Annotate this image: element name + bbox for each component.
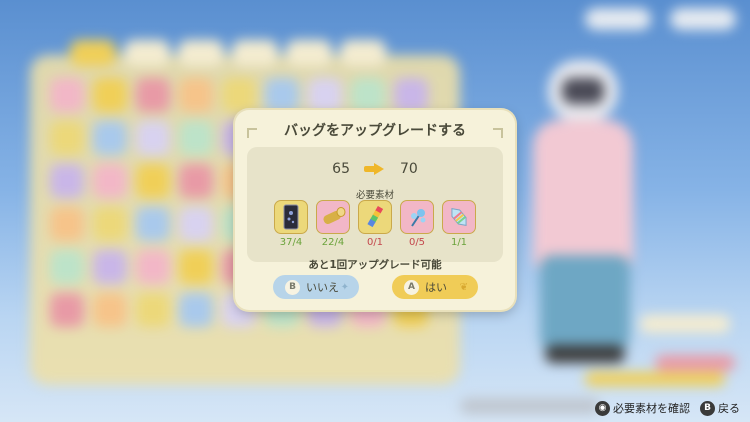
material-item[interactable]: 0/5: [400, 200, 434, 248]
arrow-right-icon: [364, 163, 386, 175]
material-item[interactable]: 1/1: [442, 200, 476, 248]
stick-icon: ◉: [595, 400, 610, 416]
hint-label: 必要素材を確認: [613, 402, 690, 415]
wood-log-icon: [316, 200, 350, 234]
hint-check-materials[interactable]: ◉ 必要素材を確認: [595, 400, 690, 416]
level-to: 70: [400, 161, 418, 177]
material-item[interactable]: 22/4: [316, 200, 350, 248]
dark-card-icon: [274, 200, 308, 234]
level-from: 65: [332, 161, 350, 177]
material-count: 0/1: [366, 237, 384, 248]
yes-button[interactable]: A はい ❦: [392, 275, 478, 299]
material-item[interactable]: 37/4: [274, 200, 308, 248]
material-count: 0/5: [408, 237, 426, 248]
material-count: 37/4: [279, 237, 303, 248]
material-count: 1/1: [450, 237, 468, 248]
b-button-icon: B: [285, 279, 300, 295]
sparkle-icon: ✦: [340, 281, 349, 293]
capacity-change: 65 70: [247, 161, 503, 177]
hint-label: 戻る: [718, 402, 740, 415]
no-button-label: いいえ: [306, 281, 339, 294]
a-button-icon: A: [404, 279, 419, 295]
character-body: [533, 120, 633, 270]
dialog-title: バッグをアップグレードする: [284, 123, 466, 139]
inventory-tabs: [70, 40, 386, 66]
yes-button-label: はい: [425, 281, 447, 294]
rainbow-crystal-icon: [442, 200, 476, 234]
blue-flower-icon: [400, 200, 434, 234]
materials-list: 37/4 22/4 0/1 0/5 1/1: [274, 200, 476, 248]
materials-label: 必要素材: [355, 190, 394, 201]
rainbow-feather-icon: [358, 200, 392, 234]
b-button-icon: B: [700, 400, 715, 416]
no-button[interactable]: B いいえ ✦: [273, 275, 359, 299]
leaf-icon: ❦: [459, 281, 468, 293]
remaining-upgrades-text: あと1回アップグレード可能: [308, 259, 442, 271]
upgrade-info-panel: 65 70 必要素材 37/4 22/4 0/1 0/5 1/1: [247, 147, 503, 262]
control-hints: ◉ 必要素材を確認 B 戻る: [595, 400, 740, 416]
game-screen: ◉ 必要素材を確認 B 戻る バッグをアップグレードする 65 70 必要素材: [0, 0, 750, 422]
material-item[interactable]: 0/1: [358, 200, 392, 248]
hint-back[interactable]: B 戻る: [700, 400, 740, 416]
upgrade-bag-dialog: バッグをアップグレードする 65 70 必要素材 37/4 22/4 0/1 0…: [235, 110, 515, 310]
material-count: 22/4: [321, 237, 345, 248]
